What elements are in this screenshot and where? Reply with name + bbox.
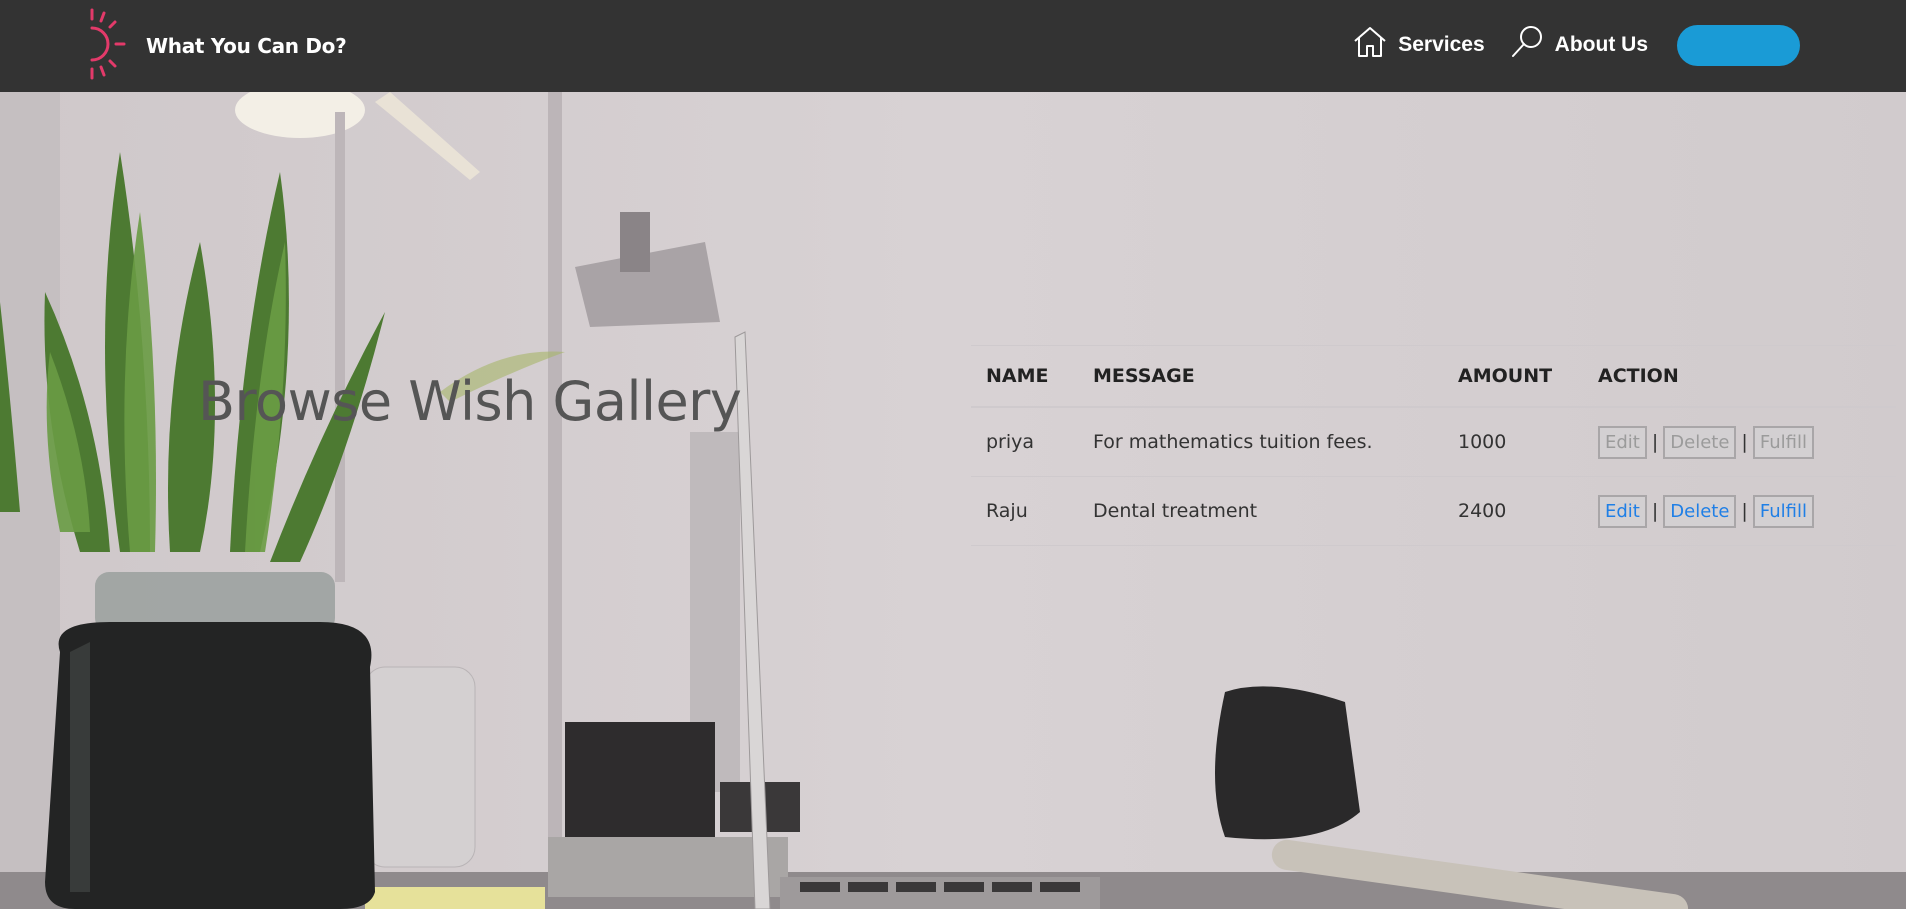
header-message: MESSAGE [1078,345,1443,408]
cell-actions: Edit | Delete | Fulfill [1583,407,1896,477]
nav-about-us[interactable]: About Us [1509,24,1648,66]
wish-table: NAME MESSAGE AMOUNT ACTION priya For mat… [971,345,1896,546]
cell-amount: 2400 [1443,476,1583,546]
cell-name: Raju [971,476,1078,546]
header-amount: AMOUNT [1443,345,1583,408]
edit-button[interactable]: Edit [1598,425,1647,459]
brand[interactable]: What You Can Do? [88,6,347,87]
action-separator: | [1651,430,1659,453]
nav-services-label: Services [1398,33,1485,56]
action-separator: | [1651,499,1659,522]
header-name: NAME [971,345,1078,408]
brand-title: What You Can Do? [146,34,347,58]
nav-services[interactable]: Services [1352,24,1485,66]
action-separator: | [1741,430,1748,453]
nav-links: Services About Us [1352,20,1800,70]
edit-button[interactable]: Edit [1598,494,1647,528]
cell-actions: Edit | Delete | Fulfill [1583,476,1896,546]
cell-name: priya [971,407,1078,477]
home-icon [1352,24,1398,66]
navbar: What You Can Do? Services About Us [0,0,1906,92]
fulfill-button[interactable]: Fulfill [1752,494,1814,528]
cell-message: Dental treatment [1078,476,1443,546]
table-row: Raju Dental treatment 2400 Edit | Delete | F… [971,476,1896,546]
table-row: priya For mathematics tuition fees. 1000… [971,407,1896,477]
nav-action-button[interactable] [1677,24,1800,66]
cell-amount: 1000 [1443,407,1583,477]
page-title: Browse Wish Gallery [198,370,742,433]
nav-about-label: About Us [1554,33,1648,56]
hero-section: Browse Wish Gallery NAME MESSAGE AMOUNT … [0,92,1906,909]
action-separator: | [1741,499,1748,522]
search-icon [1509,24,1555,66]
sun-icon [88,6,132,87]
table-header-row: NAME MESSAGE AMOUNT ACTION [971,345,1896,408]
delete-button[interactable]: Delete [1663,425,1737,459]
cell-message: For mathematics tuition fees. [1078,407,1443,477]
header-action: ACTION [1583,345,1896,408]
fulfill-button[interactable]: Fulfill [1752,425,1814,459]
delete-button[interactable]: Delete [1663,494,1737,528]
